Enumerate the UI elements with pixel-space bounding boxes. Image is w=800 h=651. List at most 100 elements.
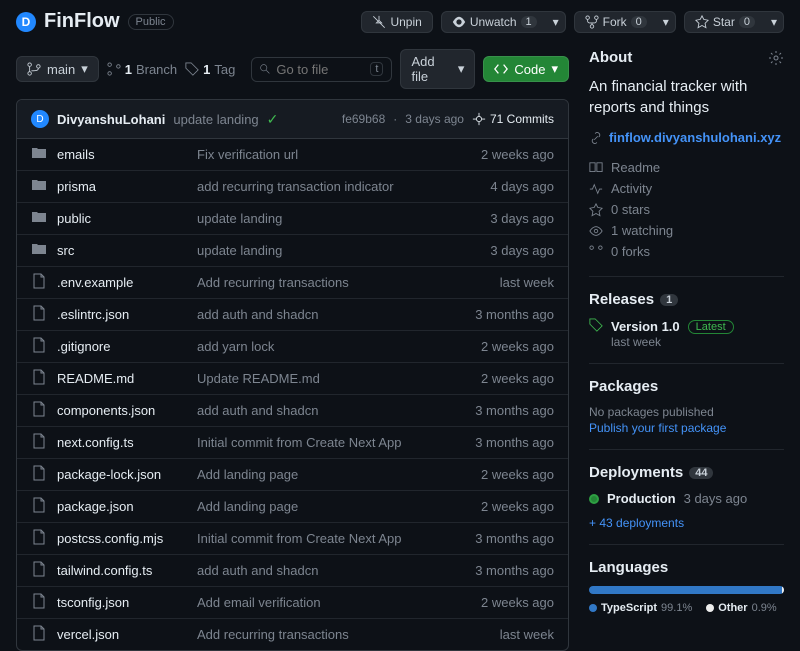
file-commit-msg[interactable]: add auth and shadcn <box>197 403 475 418</box>
fork-button[interactable]: Fork0 <box>574 11 658 33</box>
file-commit-msg[interactable]: Add landing page <box>197 467 481 482</box>
file-icon <box>31 369 47 388</box>
releases-title[interactable]: Releases1 <box>589 291 784 308</box>
file-search-input[interactable] <box>276 62 364 77</box>
deployments-title[interactable]: Deployments44 <box>589 464 784 481</box>
repo-logo: D <box>16 12 36 32</box>
folder-icon <box>31 209 47 228</box>
file-row[interactable]: .gitignoreadd yarn lock2 weeks ago <box>17 331 568 363</box>
file-row[interactable]: next.config.tsInitial commit from Create… <box>17 427 568 459</box>
language-item[interactable]: TypeScript 99.1% <box>589 602 692 614</box>
file-row[interactable]: package-lock.jsonAdd landing page2 weeks… <box>17 459 568 491</box>
file-commit-msg[interactable]: Initial commit from Create Next App <box>197 531 475 546</box>
file-name[interactable]: components.json <box>57 403 197 418</box>
file-name[interactable]: package-lock.json <box>57 467 197 482</box>
file-name[interactable]: package.json <box>57 499 197 514</box>
readme-link[interactable]: Readme <box>589 157 784 178</box>
commits-link[interactable]: 71 Commits <box>472 112 554 126</box>
unwatch-button[interactable]: Unwatch1 <box>441 11 548 33</box>
star-button[interactable]: Star0 <box>684 11 766 33</box>
file-row[interactable]: emailsFix verification url2 weeks ago <box>17 139 568 171</box>
file-row[interactable]: postcss.config.mjsInitial commit from Cr… <box>17 523 568 555</box>
file-name[interactable]: tsconfig.json <box>57 595 197 610</box>
no-packages: No packages published <box>589 405 784 419</box>
file-time: 3 months ago <box>475 307 554 322</box>
file-time: 2 weeks ago <box>481 371 554 386</box>
gear-icon[interactable] <box>768 50 784 66</box>
file-row[interactable]: package.jsonAdd landing page2 weeks ago <box>17 491 568 523</box>
file-commit-msg[interactable]: Update README.md <box>197 371 481 386</box>
check-icon: ✓ <box>267 111 279 128</box>
packages-title[interactable]: Packages <box>589 378 784 395</box>
file-commit-msg[interactable]: Add recurring transactions <box>197 627 500 642</box>
watching-count[interactable]: 1 watching <box>589 220 784 241</box>
go-to-file[interactable]: t <box>251 57 392 82</box>
file-name[interactable]: vercel.json <box>57 627 197 642</box>
file-row[interactable]: tailwind.config.tsadd auth and shadcn3 m… <box>17 555 568 587</box>
file-row[interactable]: prismaadd recurring transaction indicato… <box>17 171 568 203</box>
activity-link[interactable]: Activity <box>589 178 784 199</box>
code-button[interactable]: Code ▾ <box>483 56 569 82</box>
deployment-item[interactable]: Production 3 days ago <box>589 491 784 506</box>
file-row[interactable]: vercel.jsonAdd recurring transactionslas… <box>17 619 568 650</box>
unwatch-dropdown[interactable]: ▾ <box>547 11 566 33</box>
tags-link[interactable]: 1 Tag <box>185 62 235 77</box>
file-row[interactable]: srcupdate landing3 days ago <box>17 235 568 267</box>
file-name[interactable]: README.md <box>57 371 197 386</box>
file-commit-msg[interactable]: Add email verification <box>197 595 481 610</box>
file-time: 3 months ago <box>475 403 554 418</box>
stars-count[interactable]: 0 stars <box>589 199 784 220</box>
file-commit-msg[interactable]: add recurring transaction indicator <box>197 179 490 194</box>
file-time: 3 months ago <box>475 531 554 546</box>
star-dropdown[interactable]: ▾ <box>765 11 784 33</box>
branches-link[interactable]: 1 Branch <box>107 62 177 77</box>
file-commit-msg[interactable]: add yarn lock <box>197 339 481 354</box>
file-name[interactable]: emails <box>57 147 197 162</box>
branch-selector[interactable]: main ▾ <box>16 56 99 82</box>
file-row[interactable]: tsconfig.jsonAdd email verification2 wee… <box>17 587 568 619</box>
more-deployments[interactable]: + 43 deployments <box>589 516 684 530</box>
file-icon <box>31 561 47 580</box>
file-icon <box>31 305 47 324</box>
commit-message[interactable]: update landing <box>173 112 258 127</box>
file-time: 2 weeks ago <box>481 595 554 610</box>
fork-dropdown[interactable]: ▾ <box>657 11 676 33</box>
file-row[interactable]: publicupdate landing3 days ago <box>17 203 568 235</box>
file-commit-msg[interactable]: Fix verification url <box>197 147 481 162</box>
latest-commit-bar[interactable]: D DivyanshuLohani update landing ✓ fe69b… <box>17 100 568 139</box>
file-icon <box>31 497 47 516</box>
unpin-button[interactable]: Unpin <box>361 11 432 33</box>
file-name[interactable]: prisma <box>57 179 197 194</box>
repo-name[interactable]: FinFlow <box>44 10 120 33</box>
languages-title: Languages <box>589 559 784 576</box>
file-commit-msg[interactable]: add auth and shadcn <box>197 307 475 322</box>
file-commit-msg[interactable]: update landing <box>197 243 490 258</box>
repo-url[interactable]: finflow.divyanshulohani.xyz <box>589 130 784 145</box>
file-name[interactable]: public <box>57 211 197 226</box>
commit-sha[interactable]: fe69b68 <box>342 112 385 126</box>
file-row[interactable]: components.jsonadd auth and shadcn3 mont… <box>17 395 568 427</box>
file-commit-msg[interactable]: Add recurring transactions <box>197 275 500 290</box>
file-row[interactable]: README.mdUpdate README.md2 weeks ago <box>17 363 568 395</box>
author-avatar[interactable]: D <box>31 110 49 128</box>
forks-count[interactable]: 0 forks <box>589 241 784 262</box>
file-row[interactable]: .eslintrc.jsonadd auth and shadcn3 month… <box>17 299 568 331</box>
add-file-button[interactable]: Add file ▾ <box>400 49 475 89</box>
file-name[interactable]: .env.example <box>57 275 197 290</box>
file-name[interactable]: postcss.config.mjs <box>57 531 197 546</box>
file-row[interactable]: .env.exampleAdd recurring transactionsla… <box>17 267 568 299</box>
file-name[interactable]: .eslintrc.json <box>57 307 197 322</box>
file-commit-msg[interactable]: add auth and shadcn <box>197 563 475 578</box>
publish-package-link[interactable]: Publish your first package <box>589 421 726 435</box>
file-name[interactable]: src <box>57 243 197 258</box>
commit-author[interactable]: DivyanshuLohani <box>57 112 165 127</box>
file-commit-msg[interactable]: Initial commit from Create Next App <box>197 435 475 450</box>
file-name[interactable]: next.config.ts <box>57 435 197 450</box>
file-name[interactable]: tailwind.config.ts <box>57 563 197 578</box>
file-name[interactable]: .gitignore <box>57 339 197 354</box>
release-item[interactable]: Version 1.0 Latest <box>589 318 784 335</box>
file-commit-msg[interactable]: update landing <box>197 211 490 226</box>
language-bar <box>589 586 784 594</box>
file-commit-msg[interactable]: Add landing page <box>197 499 481 514</box>
language-item[interactable]: Other 0.9% <box>706 602 776 614</box>
